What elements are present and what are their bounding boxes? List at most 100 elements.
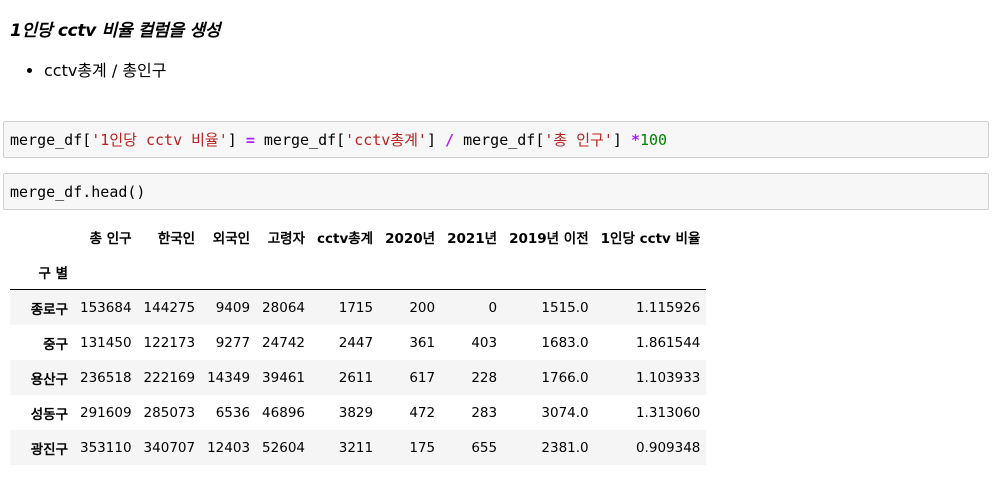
table-cell: 3211 xyxy=(338,439,374,456)
table-cell: 14349 xyxy=(207,369,251,386)
index-name-row: 구 별 xyxy=(10,254,707,290)
column-header: cctv총계 xyxy=(317,230,374,247)
table-cell: 24742 xyxy=(262,334,305,351)
code-line: merge_df.head() xyxy=(10,183,145,201)
index-row-spacer xyxy=(311,254,380,290)
index-row-spacer xyxy=(137,254,202,290)
row-index-label: 용산구 xyxy=(30,371,68,388)
markdown-heading: 1인당 cctv 비율 컬럼을 생성 xyxy=(10,21,221,41)
table-cell: 283 xyxy=(471,404,498,421)
table-cell: 1515.0 xyxy=(541,299,589,316)
table-cell: 2381.0 xyxy=(541,439,589,456)
table-cell: 236518 xyxy=(80,369,132,386)
table-cell: 9277 xyxy=(215,334,251,351)
column-header: 1인당 cctv 비율 xyxy=(600,230,701,247)
table-cell: 291609 xyxy=(80,404,132,421)
code-token: merge_df[ xyxy=(254,131,346,149)
table-cell: 1.313060 xyxy=(635,404,701,421)
index-row-spacer xyxy=(594,254,707,290)
table-cell: 200 xyxy=(409,299,436,316)
code-token: / xyxy=(445,131,455,149)
table-cell: 122173 xyxy=(143,334,196,351)
table-cell: 131450 xyxy=(80,334,132,351)
code-token: '총 인구' xyxy=(544,131,613,149)
table-cell: 617 xyxy=(409,369,436,386)
column-header: 2020년 xyxy=(385,230,436,247)
table-cell: 3074.0 xyxy=(541,404,589,421)
row-index-label: 성동구 xyxy=(30,406,68,423)
table-row: 광진구 353110 340707 12403 52604 3211 175 655 2381.… xyxy=(10,430,707,465)
dataframe-table: 총 인구 한국인 외국인 고령자 cctv총계 2020년 2021년 2019년 이전 1인당… xyxy=(10,219,707,465)
table-cell: 2611 xyxy=(338,369,374,386)
table-cell: 361 xyxy=(409,334,436,351)
table-cell: 285073 xyxy=(143,404,196,421)
table-cell: 175 xyxy=(409,439,436,456)
table-cell: 228 xyxy=(471,369,498,386)
table-body: 종로구 153684 144275 9409 28064 1715 200 0 1515.0 1.… xyxy=(10,289,707,465)
index-row-spacer xyxy=(379,254,442,290)
code-cell-head[interactable]: merge_df.head() xyxy=(3,173,989,210)
table-row: 성동구 291609 285073 6536 46896 3829 472 283 3074.0… xyxy=(10,395,707,430)
table-cell: 153684 xyxy=(80,299,132,316)
code-token: = xyxy=(245,131,255,149)
table-row: 용산구 236518 222169 14349 39461 2611 617 228 1766.… xyxy=(10,360,707,395)
table-cell: 12403 xyxy=(207,439,251,456)
index-row-spacer xyxy=(503,254,595,290)
column-header: 총 인구 xyxy=(89,230,132,247)
table-cell: 1.115926 xyxy=(635,299,701,316)
column-header: 외국인 xyxy=(212,230,251,247)
table-cell: 39461 xyxy=(262,369,305,386)
index-name-header: 구 별 xyxy=(10,254,74,290)
table-cell: 353110 xyxy=(80,439,132,456)
row-index-label: 중구 xyxy=(43,336,68,353)
table-cell: 1.103933 xyxy=(635,369,701,386)
table-row: 중구 131450 122173 9277 24742 2447 361 403 1683.0 1… xyxy=(10,325,707,360)
markdown-bullet-list: cctv총계 / 총인구 xyxy=(28,58,167,84)
table-cell: 1683.0 xyxy=(541,334,589,351)
bullet-item: cctv총계 / 총인구 xyxy=(44,58,167,84)
index-row-spacer xyxy=(256,254,311,290)
table-cell: 655 xyxy=(471,439,498,456)
code-cell-create-column[interactable]: merge_df['1인당 cctv 비율'] = merge_df['cctv… xyxy=(3,121,989,158)
code-token: ] xyxy=(612,131,631,149)
index-row-spacer xyxy=(201,254,257,290)
code-token: merge_df[ xyxy=(454,131,545,149)
column-header: 한국인 xyxy=(157,230,196,247)
table-cell: 0 xyxy=(488,299,498,316)
code-token: '1인당 cctv 비율' xyxy=(91,131,228,149)
cell-output: 총 인구 한국인 외국인 고령자 cctv총계 2020년 2021년 2019년 이전 1인당… xyxy=(10,219,707,465)
index-row-spacer xyxy=(74,254,138,290)
code-token: 'cctv총계' xyxy=(345,131,427,149)
index-row-spacer xyxy=(441,254,504,290)
table-cell: 28064 xyxy=(262,299,305,316)
table-cell: 46896 xyxy=(262,404,305,421)
table-cell: 2447 xyxy=(338,334,374,351)
table-cell: 1766.0 xyxy=(541,369,589,386)
table-cell: 6536 xyxy=(215,404,251,421)
table-cell: 403 xyxy=(471,334,498,351)
corner-header xyxy=(10,219,74,254)
column-header: 고령자 xyxy=(267,230,305,247)
code-token: 100 xyxy=(639,131,668,149)
code-line: merge_df['1인당 cctv 비율'] = merge_df['cctv… xyxy=(10,129,667,150)
table-cell: 1715 xyxy=(338,299,374,316)
column-header: 2021년 xyxy=(447,230,498,247)
table-cell: 472 xyxy=(409,404,436,421)
table-cell: 0.909348 xyxy=(635,439,701,456)
column-header: 2019년 이전 xyxy=(509,230,589,247)
row-index-label: 종로구 xyxy=(30,301,68,318)
code-token: merge_df[ xyxy=(10,131,92,149)
table-cell: 340707 xyxy=(143,439,196,456)
table-cell: 52604 xyxy=(262,439,305,456)
table-cell: 222169 xyxy=(143,369,196,386)
table-cell: 1.861544 xyxy=(635,334,701,351)
table-cell: 144275 xyxy=(143,299,196,316)
column-header-row: 총 인구 한국인 외국인 고령자 cctv총계 2020년 2021년 2019년 이전 1인당… xyxy=(10,219,706,254)
code-token: merge_df.head() xyxy=(10,182,146,201)
table-cell: 3829 xyxy=(338,404,374,421)
code-token: * xyxy=(630,131,640,149)
row-index-label: 광진구 xyxy=(30,441,68,458)
code-token: ] xyxy=(426,131,446,149)
code-token: ] xyxy=(227,131,246,149)
table-cell: 9409 xyxy=(215,299,251,316)
